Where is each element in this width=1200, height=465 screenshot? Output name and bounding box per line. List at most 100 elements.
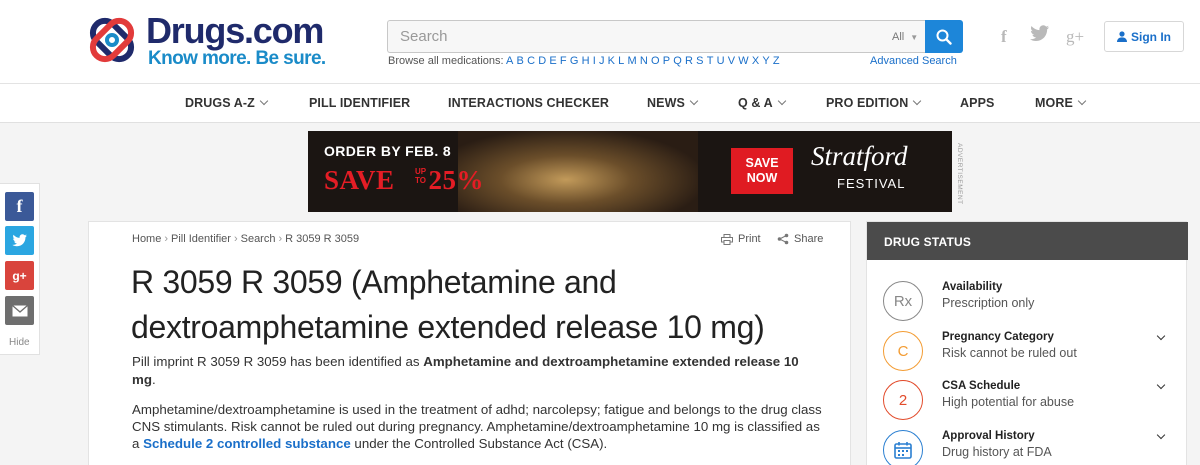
advertisement-label: ADVERTISEMENT xyxy=(956,143,963,205)
search-input[interactable] xyxy=(387,20,925,53)
browse-letter-link[interactable]: H xyxy=(582,55,590,67)
drug-description: Amphetamine/dextroamphetamine is used in… xyxy=(132,401,822,452)
browse-letter-link[interactable]: O xyxy=(651,55,660,67)
page-title: R 3059 R 3059 (Amphetamine and dextroamp… xyxy=(131,264,765,345)
logo-name: Drugs.com xyxy=(146,10,324,51)
ad-upto-text: UP TO xyxy=(415,167,426,185)
breadcrumb-home[interactable]: Home xyxy=(132,233,161,245)
facebook-share-icon[interactable]: f xyxy=(5,192,34,221)
chevron-down-icon[interactable] xyxy=(1156,331,1166,341)
logo-icon xyxy=(89,17,135,63)
nav-more[interactable]: MORE xyxy=(1035,96,1087,110)
schedule-2-link[interactable]: Schedule 2 controlled substance xyxy=(143,436,351,451)
search-button[interactable] xyxy=(925,20,963,53)
email-share-icon[interactable] xyxy=(5,296,34,325)
browse-letter-link[interactable]: Y xyxy=(762,55,769,67)
nav-news[interactable]: NEWS xyxy=(647,96,699,110)
browse-letter-link[interactable]: C xyxy=(527,55,535,67)
browse-letter-link[interactable]: I xyxy=(593,55,596,67)
nav-label: INTERACTIONS CHECKER xyxy=(448,96,610,110)
browse-letter-link[interactable]: U xyxy=(717,55,725,67)
nav-pill-identifier[interactable]: PILL IDENTIFIER xyxy=(309,96,410,110)
share-sidebar: f g+ Hide xyxy=(0,183,40,355)
print-label: Print xyxy=(738,233,761,245)
share-hide-link[interactable]: Hide xyxy=(9,337,30,348)
browse-letter-link[interactable]: T xyxy=(707,55,714,67)
browse-letter-link[interactable]: A xyxy=(506,55,513,67)
browse-letter-link[interactable]: S xyxy=(696,55,703,67)
calendar-icon xyxy=(883,430,923,465)
status-approval-history[interactable]: Approval History Drug history at FDA xyxy=(867,430,1188,465)
status-value: High potential for abuse xyxy=(942,395,1075,409)
share-label: Share xyxy=(794,233,824,245)
browse-letter-link[interactable]: V xyxy=(728,55,735,67)
share-icon xyxy=(777,233,789,245)
sign-in-button[interactable]: Sign In xyxy=(1104,21,1184,52)
browse-label: Browse all medications: xyxy=(388,55,504,67)
browse-letter-link[interactable]: E xyxy=(549,55,556,67)
browse-letter-link[interactable]: L xyxy=(618,55,624,67)
drug-status-panel: DRUG STATUS Rx Availability Prescription… xyxy=(866,221,1188,465)
browse-letter-link[interactable]: F xyxy=(560,55,567,67)
breadcrumb-search[interactable]: Search xyxy=(241,233,276,245)
status-availability: Rx Availability Prescription only xyxy=(867,281,1188,331)
facebook-icon[interactable]: f xyxy=(1001,27,1007,47)
twitter-share-icon[interactable] xyxy=(5,226,34,255)
browse-letter-link[interactable]: G xyxy=(570,55,579,67)
chevron-down-icon xyxy=(777,96,787,106)
browse-letter-link[interactable]: P xyxy=(663,55,670,67)
status-value: Drug history at FDA xyxy=(942,445,1052,459)
nav-label: NEWS xyxy=(647,96,685,110)
status-pregnancy-category[interactable]: C Pregnancy Category Risk cannot be rule… xyxy=(867,331,1188,381)
intro-suffix: . xyxy=(151,372,156,387)
printer-icon xyxy=(721,233,733,245)
ad-order-text: ORDER BY FEB. 8 xyxy=(324,143,452,159)
breadcrumb-pill-identifier[interactable]: Pill Identifier xyxy=(171,233,231,245)
nav-label: PRO EDITION xyxy=(826,96,909,110)
browse-letter-link[interactable]: K xyxy=(608,55,615,67)
browse-letter-link[interactable]: X xyxy=(752,55,759,67)
nav-label: Q & A xyxy=(738,96,773,110)
googleplus-share-icon[interactable]: g+ xyxy=(5,261,34,290)
status-label: Approval History xyxy=(942,430,1035,442)
status-label: Availability xyxy=(942,281,1003,293)
browse-letter-link[interactable]: D xyxy=(538,55,546,67)
chevron-down-icon[interactable] xyxy=(1156,380,1166,390)
browse-letter-link[interactable]: B xyxy=(517,55,524,67)
browse-letter-link[interactable]: Q xyxy=(673,55,682,67)
breadcrumb-separator: › xyxy=(233,233,238,245)
browse-letters: ABCDEFGHIJKLMNOPQRSTUVWXYZ xyxy=(506,55,783,67)
nav-interactions-checker[interactable]: INTERACTIONS CHECKER xyxy=(448,96,609,110)
print-button[interactable]: Print xyxy=(721,233,761,245)
rx-icon: Rx xyxy=(883,281,923,321)
nav-apps[interactable]: APPS xyxy=(960,96,994,110)
nav-pro-edition[interactable]: PRO EDITION xyxy=(826,96,922,110)
advanced-search-link[interactable]: Advanced Search xyxy=(870,55,957,67)
user-icon xyxy=(1117,31,1127,42)
browse-letter-link[interactable]: M xyxy=(627,55,636,67)
chevron-down-icon xyxy=(689,96,699,106)
ad-brand: Stratford xyxy=(811,141,908,171)
status-value: Risk cannot be ruled out xyxy=(942,346,1077,360)
browse-letter-link[interactable]: W xyxy=(738,55,748,67)
googleplus-icon[interactable]: g+ xyxy=(1066,27,1084,47)
breadcrumb-separator: › xyxy=(164,233,169,245)
share-button[interactable]: Share xyxy=(777,233,823,245)
nav-drugs-a-z[interactable]: DRUGS A-Z xyxy=(185,96,269,110)
browse-letter-link[interactable]: Z xyxy=(773,55,780,67)
search-scope-select[interactable]: All ▼ xyxy=(892,31,918,43)
browse-letter-link[interactable]: J xyxy=(599,55,605,67)
status-csa-schedule[interactable]: 2 CSA Schedule High potential for abuse xyxy=(867,380,1188,430)
ad-save-now-button[interactable]: SAVE NOW xyxy=(731,148,793,194)
caret-down-icon: ▼ xyxy=(910,33,919,42)
twitter-icon[interactable] xyxy=(1030,25,1050,47)
site-logo[interactable]: Drugs.com Know more. Be sure. xyxy=(84,10,354,74)
chevron-down-icon[interactable] xyxy=(1156,430,1166,440)
advertisement-banner[interactable]: ORDER BY FEB. 8 SAVE 25% UP TO SAVE NOW S… xyxy=(308,131,952,212)
search-icon xyxy=(936,29,952,45)
browse-letter-link[interactable]: R xyxy=(685,55,693,67)
browse-letter-link[interactable]: N xyxy=(640,55,648,67)
status-label: CSA Schedule xyxy=(942,380,1021,392)
nav-q-and-a[interactable]: Q & A xyxy=(738,96,787,110)
ad-save-word: SAVE xyxy=(324,165,395,195)
